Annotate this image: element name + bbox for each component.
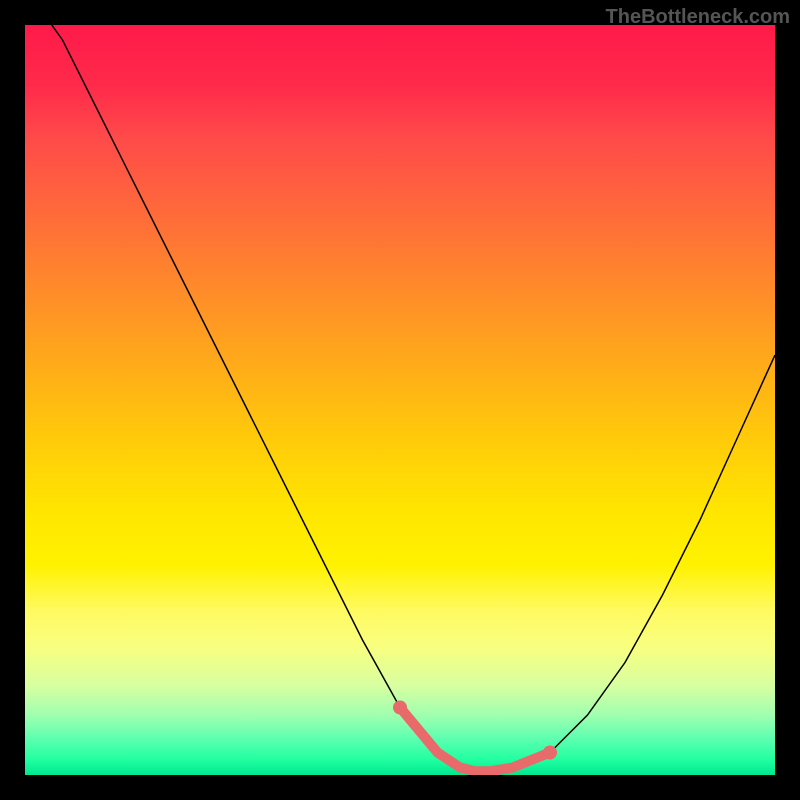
bottleneck-curve [25,25,775,771]
chart-container: TheBottleneck.com [0,0,800,800]
plot-area [25,25,775,775]
curve-svg [25,25,775,775]
highlight-dot [393,701,407,715]
optimal-range-highlight [400,708,550,772]
watermark-text: TheBottleneck.com [606,6,790,29]
highlight-dot [543,746,557,760]
